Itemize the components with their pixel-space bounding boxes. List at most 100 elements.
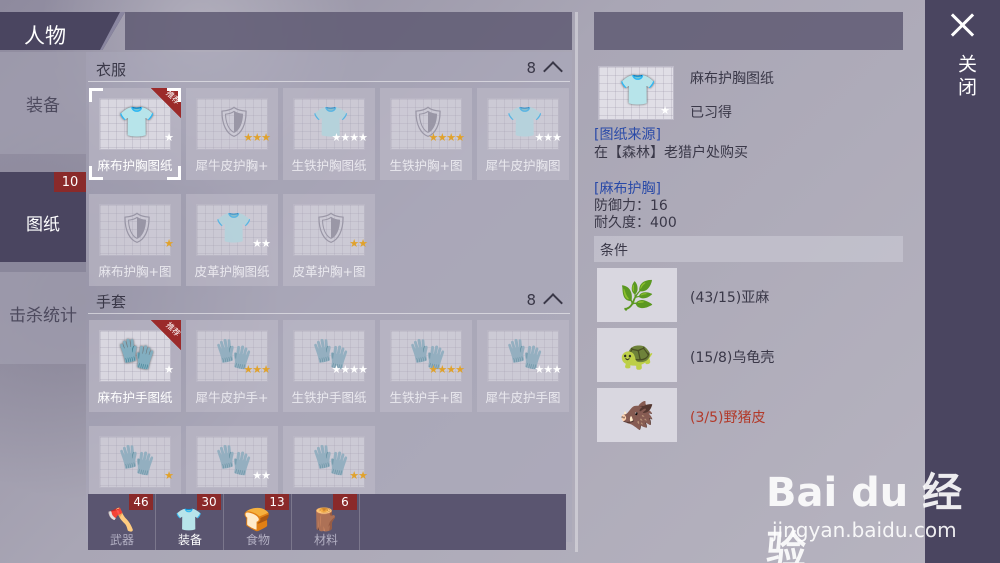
nav-item-label: 击杀统计 bbox=[9, 305, 77, 326]
category-count-badge: 6 bbox=[333, 494, 357, 510]
blueprint-card-label: 犀牛皮护手+ bbox=[195, 390, 269, 405]
nav-item-blueprints[interactable]: 10 图纸 bbox=[0, 172, 86, 272]
blueprint-card[interactable]: 👕 ★★★ 犀牛皮护胸图 bbox=[477, 88, 569, 180]
glove-icon: 🧤 bbox=[215, 443, 253, 478]
blueprint-thumbnail: 🛡 bbox=[99, 204, 171, 256]
nav-badge: 10 bbox=[54, 172, 86, 192]
blueprint-card-label: 犀牛皮护胸图 bbox=[485, 158, 561, 173]
rarity-stars: ★ bbox=[164, 237, 174, 250]
chevron-up-icon[interactable] bbox=[543, 61, 563, 81]
glove-icon: 🧤 bbox=[118, 337, 156, 372]
close-label[interactable]: 关闭 bbox=[944, 54, 980, 100]
durability-stat: 耐久度：400 bbox=[594, 215, 677, 231]
rarity-stars: ★★★★ bbox=[428, 131, 465, 144]
armor-icon: 🛡 bbox=[118, 211, 157, 246]
rarity-stars: ★★★ bbox=[534, 363, 562, 376]
rarity-stars: ★★ bbox=[349, 469, 368, 482]
condition-boar-hide: (3/5)野猪皮 bbox=[690, 410, 766, 426]
blueprint-card-label: 皮革护胸+图 bbox=[292, 264, 366, 279]
recommended-ribbon: 推荐 bbox=[151, 320, 182, 350]
selection-frame bbox=[89, 88, 181, 180]
category-count-badge: 46 bbox=[129, 494, 153, 510]
category-tab-label: 食物 bbox=[245, 533, 270, 547]
blueprint-thumbnail: 🧤 bbox=[99, 436, 171, 488]
recommended-ribbon-text: 推荐 bbox=[164, 320, 182, 339]
detail-header-strip bbox=[594, 12, 903, 50]
close-icon[interactable] bbox=[950, 12, 976, 38]
section-title: 衣服 bbox=[96, 61, 127, 79]
panel-divider bbox=[575, 12, 578, 552]
section-header-clothing[interactable]: 衣服 8 bbox=[88, 54, 570, 82]
page-title: 人物 bbox=[24, 24, 66, 48]
blueprint-card[interactable]: 🛡 ★★ 皮革护胸+图 bbox=[283, 194, 375, 286]
blueprint-card[interactable]: 🧤 ★★★ 犀牛皮护手+ bbox=[186, 320, 278, 412]
nav-item-label: 装备 bbox=[26, 95, 60, 116]
category-tab-label: 武器 bbox=[109, 533, 134, 547]
blueprint-card[interactable]: 🛡 ★★★ 犀牛皮护胸+ bbox=[186, 88, 278, 180]
condition-turtle-shell: (15/8)乌龟壳 bbox=[690, 350, 775, 366]
rarity-stars: ★★ bbox=[349, 237, 368, 250]
category-tab[interactable]: 🪓 46 武器 bbox=[88, 494, 156, 550]
vest-icon: 👕 bbox=[619, 73, 657, 108]
blueprint-card-label: 生铁护手+图 bbox=[389, 390, 463, 405]
glove-icon: 🧤 bbox=[118, 443, 156, 478]
detail-learned-status: 已习得 bbox=[690, 105, 732, 121]
boar-hide-icon: 🐗 bbox=[597, 388, 677, 442]
category-tab-label: 装备 bbox=[177, 533, 202, 547]
condition-flax: (43/15)亚麻 bbox=[690, 290, 770, 306]
rarity-stars: ★★★★ bbox=[428, 363, 465, 376]
watermark-logo: Bai du 经验 bbox=[766, 470, 963, 563]
rarity-stars: ★★ bbox=[252, 469, 271, 482]
section-count: 8 bbox=[526, 59, 536, 77]
rarity-stars: ★★★★ bbox=[331, 131, 368, 144]
blueprint-card[interactable]: 👕 ★★ 皮革护胸图纸 bbox=[186, 194, 278, 286]
nav-item-equipment[interactable]: 装备 bbox=[0, 52, 86, 154]
section-title: 手套 bbox=[96, 293, 127, 311]
blueprint-card[interactable]: 👕 ★★★★ 生铁护胸图纸 bbox=[283, 88, 375, 180]
blueprint-card-label: 麻布护胸+图 bbox=[98, 264, 172, 279]
blueprint-card[interactable]: 👕 ★ 麻布护胸图纸 推荐 bbox=[89, 88, 182, 180]
rarity-stars: ★★ bbox=[252, 237, 271, 250]
glove-icon: 🧤 bbox=[312, 443, 350, 478]
category-count-badge: 13 bbox=[265, 494, 289, 510]
blueprint-card[interactable]: 🛡 ★ 麻布护胸+图 bbox=[89, 194, 181, 286]
blueprint-card-label: 生铁护胸图纸 bbox=[291, 158, 367, 173]
armor-icon: 🛡 bbox=[312, 211, 351, 246]
category-tab[interactable]: 👕 30 装备 bbox=[156, 494, 224, 550]
blueprint-card[interactable]: 🧤 ★★★ 犀牛皮护手图 bbox=[477, 320, 569, 412]
blueprint-card-label: 皮革护胸图纸 bbox=[194, 264, 270, 279]
nav-item-label: 图纸 bbox=[26, 214, 60, 235]
section-header-gloves[interactable]: 手套 8 bbox=[88, 286, 570, 314]
nav-item-kill-stats[interactable]: 击杀统计 bbox=[0, 262, 86, 364]
conditions-header: 条件 bbox=[594, 236, 903, 262]
turtle-shell-icon: 🐢 bbox=[597, 328, 677, 382]
detail-item-name: 麻布护胸图纸 bbox=[690, 71, 774, 87]
watermark-url: jingyan.baidu.com bbox=[772, 518, 957, 542]
blueprint-card[interactable]: 🛡 ★★★★ 生铁护胸+图 bbox=[380, 88, 472, 180]
category-count-badge: 30 bbox=[197, 494, 221, 510]
category-tab[interactable]: 🪵 6 材料 bbox=[292, 494, 360, 550]
vest-icon: 👕 bbox=[215, 211, 253, 246]
blueprint-card[interactable]: 🧤 ★★★★ 生铁护手图纸 bbox=[283, 320, 375, 412]
blueprint-card-label: 麻布护手图纸 bbox=[97, 390, 173, 405]
section-count: 8 bbox=[526, 291, 536, 309]
source-heading: [图纸来源] bbox=[594, 127, 661, 143]
rarity-stars: ★ bbox=[660, 104, 670, 117]
rarity-stars: ★★★ bbox=[243, 363, 271, 376]
header-strip bbox=[125, 12, 572, 50]
blueprint-card[interactable]: 🧤 ★★★★ 生铁护手+图 bbox=[380, 320, 472, 412]
blueprint-card[interactable]: 🧤 ★ 麻布护手图纸 推荐 bbox=[89, 320, 182, 412]
chevron-up-icon[interactable] bbox=[543, 293, 563, 313]
source-text: 在【森林】老猎户处购买 bbox=[594, 145, 748, 161]
blueprint-card-label: 生铁护手图纸 bbox=[291, 390, 367, 405]
flax-icon: 🌿 bbox=[597, 268, 677, 322]
blueprint-card-label: 犀牛皮护胸+ bbox=[195, 158, 269, 173]
blueprint-card-label: 犀牛皮护手图 bbox=[485, 390, 561, 405]
category-tab[interactable]: 🍞 13 食物 bbox=[224, 494, 292, 550]
blueprint-card-label: 生铁护胸+图 bbox=[389, 158, 463, 173]
rarity-stars: ★★★ bbox=[243, 131, 271, 144]
category-tab-label: 材料 bbox=[313, 533, 338, 547]
watermark: Bai du 经验 jingyan.baidu.com bbox=[760, 460, 970, 563]
rarity-stars: ★★★★ bbox=[331, 363, 368, 376]
rarity-stars: ★★★ bbox=[534, 131, 562, 144]
